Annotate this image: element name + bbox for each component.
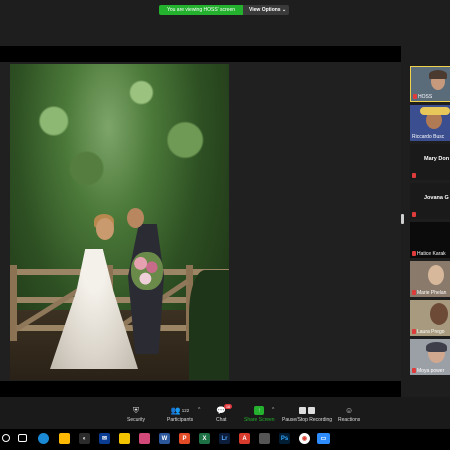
pdf-icon[interactable]: A [239,433,250,444]
participant-name: Moya power [412,368,444,374]
panel-resize-handle[interactable] [401,214,404,224]
participant-tile[interactable]: Mary Don [410,144,450,180]
store-icon[interactable] [59,433,70,444]
participant-name: HOSS [413,94,432,100]
participant-tile[interactable]: Moya power [410,339,450,375]
viewing-screen-label: You are viewing HOSS' screen [159,5,243,15]
share-screen-button[interactable]: ↑ Share Screen [244,406,275,423]
reactions-button[interactable]: ☺ Reactions [338,406,360,423]
edge-icon[interactable] [38,433,49,444]
explorer-icon[interactable] [119,433,130,444]
photo-groom-head [127,208,144,228]
share-screen-label: Share Screen [244,417,275,423]
participants-button[interactable]: 👥 122 Participants [167,406,193,423]
security-label: Security [127,417,146,423]
task-view-icon[interactable] [18,434,27,442]
view-options-button[interactable]: View Options ⌄ [243,5,289,15]
pause-recording-button[interactable]: Pause/Stop Recording [282,406,332,423]
participants-count: 122 [181,408,190,413]
zoom-window: You are viewing HOSS' screen View Option… [0,0,450,450]
muted-mic-icon [412,212,416,218]
participant-tile[interactable]: Marie Phelan [410,261,450,297]
muted-mic-icon [412,329,416,335]
search-icon[interactable] [2,434,10,442]
chat-label: Chat [216,417,227,423]
muted-mic-icon [412,173,416,179]
powerpoint-icon[interactable]: P [179,433,190,444]
reactions-label: Reactions [338,417,361,423]
participant-name: Riccardo Busc [412,134,445,140]
excel-icon[interactable]: X [199,433,210,444]
participant-gallery: HOSS Riccardo Busc Mary Don Jovana G Hat… [405,46,450,397]
photo-bouquet [131,252,163,290]
share-caret-icon[interactable]: ^ [272,407,274,413]
zoom-icon[interactable]: ▭ [317,433,330,444]
participants-label: Participants [167,417,194,423]
photos-icon[interactable] [139,433,150,444]
wedding-photo [10,64,229,380]
word-icon[interactable]: W [159,433,170,444]
shield-icon: ⛨ [133,405,140,415]
participant-tile[interactable]: Laura Prego [410,300,450,336]
chrome-icon[interactable]: ◉ [299,433,310,444]
participant-name-center: Mary Don [424,156,450,162]
pause-stop-icon [297,406,317,415]
participants-icon: 👥 122 [170,406,190,415]
participant-name: Marie Phelan [412,290,446,296]
photo-bush [189,270,229,380]
participant-tile[interactable]: HOSS [410,66,450,102]
photoshop-icon[interactable]: Ps [279,433,290,444]
muted-mic-icon [412,251,416,257]
participant-name-center: Jovana G [424,195,449,201]
participant-mic [412,212,417,218]
firefox-icon[interactable]: ◐ [79,433,90,444]
photo-bride-head [96,218,114,240]
muted-mic-icon [413,94,417,100]
mail-icon[interactable]: ✉ [99,433,110,444]
lightroom-icon[interactable]: Lr [219,433,230,444]
participants-caret-icon[interactable]: ^ [198,407,200,413]
photo-foliage [10,64,229,254]
participant-name: Laura Prego [412,329,445,335]
participant-tile[interactable]: Riccardo Busc [410,105,450,141]
participant-tile[interactable]: Hatice Karak [410,222,450,258]
muted-mic-icon [412,290,416,296]
windows-taskbar: ◐ ✉ W P X Lr A Ps ◉ ▭ [0,429,450,450]
shared-screen-bottom-bar [0,381,401,397]
chat-icon: 💬 16 [216,404,233,415]
shared-screen-top-bar [0,46,401,62]
participant-name: Hatice Karak [412,251,446,257]
muted-mic-icon [412,368,416,374]
chat-button[interactable]: 💬 16 Chat [216,404,233,423]
app-icon[interactable] [259,433,270,444]
screen-share-banner: You are viewing HOSS' screen View Option… [159,5,289,15]
meeting-toolbar: ⛨ Security 👥 122 Participants ^ 💬 16 Chat … [0,397,450,429]
share-screen-icon: ↑ [254,406,265,415]
reactions-icon: ☺ [345,406,354,415]
security-button[interactable]: ⛨ Security [127,405,146,424]
participant-mic [412,173,417,179]
pause-recording-label: Pause/Stop Recording [282,417,333,423]
participant-tile[interactable]: Jovana G [410,183,450,219]
chat-badge: 16 [223,404,233,409]
